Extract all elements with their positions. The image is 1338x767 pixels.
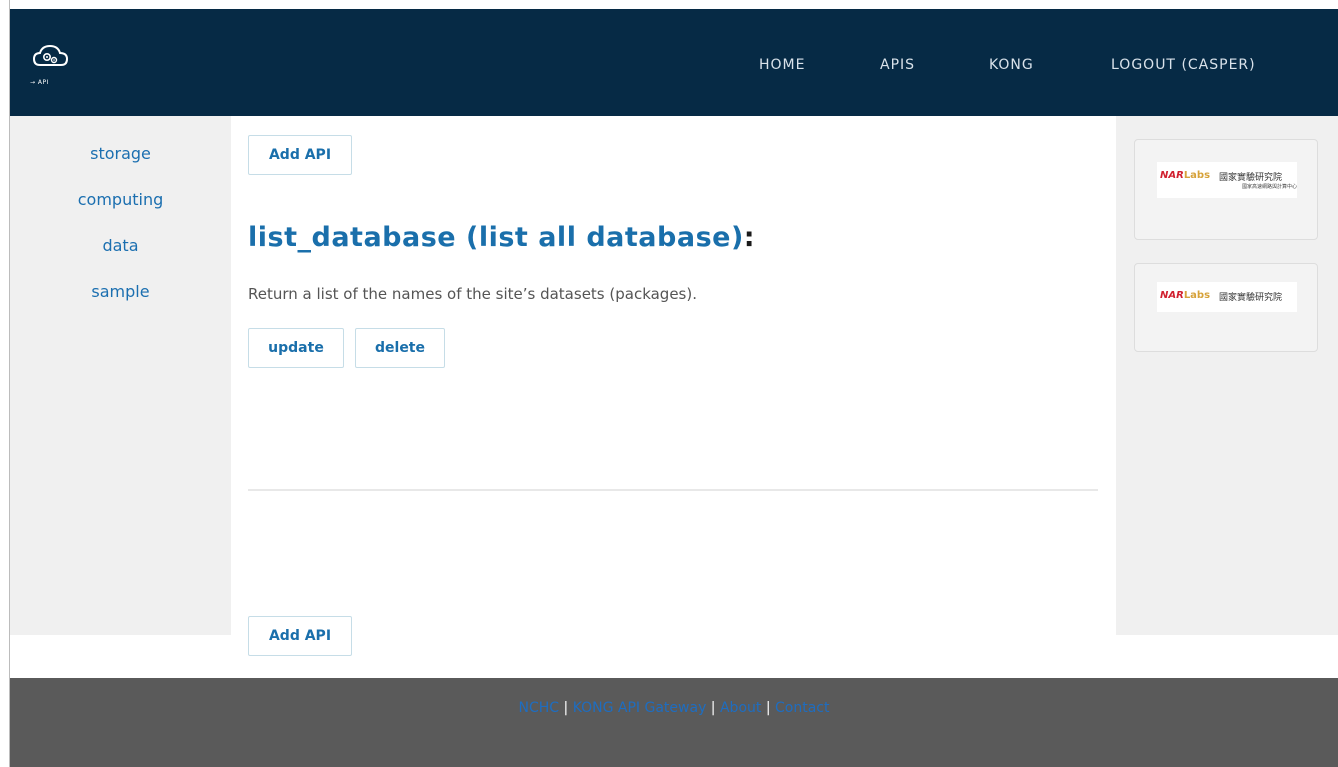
nav-logout[interactable]: LOGOUT (CASPER) [1111, 57, 1256, 73]
window-top-edge [0, 0, 1338, 9]
partner-card-nchc: NARLabs 國家實驗研究院 國家高速網路與計算中心 [1134, 139, 1318, 240]
narlabs-logo[interactable]: NARLabs 國家實驗研究院 [1157, 282, 1297, 312]
footer-link-kong[interactable]: KONG API Gateway [573, 700, 707, 716]
sidebar-item-sample[interactable]: sample [10, 282, 231, 301]
api-title-colon: : [743, 222, 756, 253]
footer-link-nchc[interactable]: NCHC [519, 700, 560, 716]
page-footer: NCHC | KONG API Gateway | About | Contac… [10, 678, 1338, 767]
nav-apis[interactable]: APIS [880, 57, 915, 73]
footer-links: NCHC | KONG API Gateway | About | Contac… [518, 700, 830, 716]
nav-home[interactable]: HOME [759, 57, 805, 73]
footer-link-contact[interactable]: Contact [775, 700, 829, 716]
api-description: Return a list of the names of the site’s… [248, 285, 697, 303]
update-button[interactable]: update [248, 328, 344, 368]
sidebar-item-storage[interactable]: storage [10, 144, 231, 163]
logo-text: → API [30, 79, 49, 86]
add-api-button-top[interactable]: Add API [248, 135, 352, 175]
footer-link-about[interactable]: About [720, 700, 761, 716]
section-divider [248, 489, 1098, 491]
delete-button[interactable]: delete [355, 328, 445, 368]
window-left-edge [0, 0, 10, 767]
nav-kong[interactable]: KONG [989, 57, 1034, 73]
api-name[interactable]: list_database (list all database) [248, 222, 744, 253]
category-sidebar: storage computing data sample [10, 116, 231, 635]
partner-card-narlabs: NARLabs 國家實驗研究院 [1134, 263, 1318, 352]
sidebar-item-computing[interactable]: computing [10, 190, 231, 209]
narlabs-nchc-logo[interactable]: NARLabs 國家實驗研究院 國家高速網路與計算中心 [1157, 162, 1297, 198]
partner-sidebar: NARLabs 國家實驗研究院 國家高速網路與計算中心 NARLabs 國家實驗… [1116, 116, 1338, 635]
add-api-button-bottom[interactable]: Add API [248, 616, 352, 656]
top-navbar: → API HOME APIS KONG LOGOUT (CASPER) [10, 9, 1338, 116]
api-title: list_database (list all database): [248, 222, 755, 253]
sidebar-item-data[interactable]: data [10, 236, 231, 255]
